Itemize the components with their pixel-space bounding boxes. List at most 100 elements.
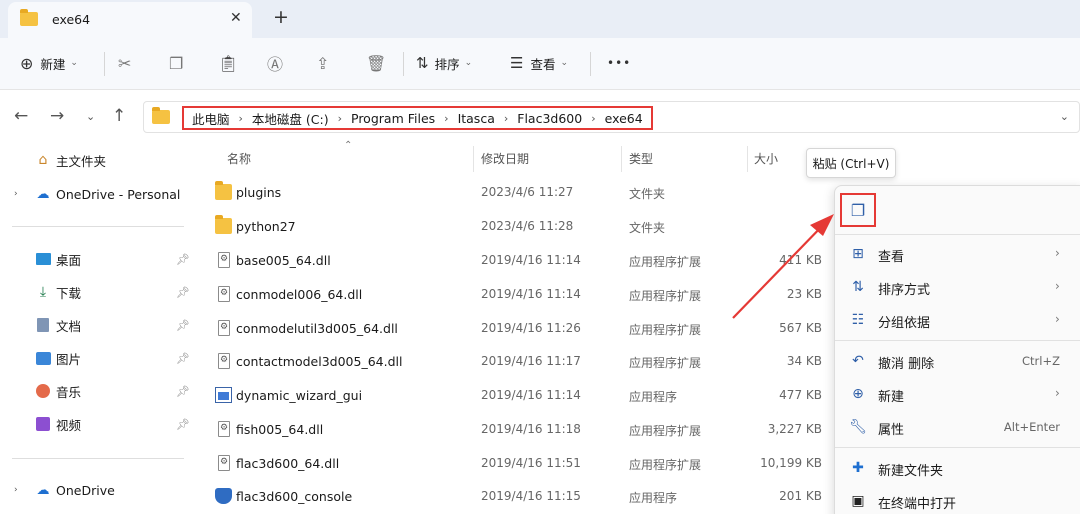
view-label: 查看 bbox=[530, 56, 556, 72]
breadcrumb-item[interactable]: exe64 bbox=[605, 111, 643, 126]
pin-icon[interactable]: 📌︎ bbox=[176, 352, 190, 365]
column-header-date[interactable]: 修改日期 bbox=[481, 150, 529, 167]
column-header-type[interactable]: 类型 bbox=[629, 150, 653, 167]
sidebar-item-home[interactable]: ⌂ 主文件夹 bbox=[0, 146, 205, 174]
address-dropdown-icon[interactable]: ⌄ bbox=[1060, 110, 1069, 123]
column-divider[interactable] bbox=[473, 146, 474, 172]
pin-icon[interactable]: 📌︎ bbox=[176, 418, 190, 431]
file-row[interactable]: flac3d600_64.dll 2019/4/16 11:51 应用程序扩展 … bbox=[205, 446, 835, 479]
menu-item-open-terminal[interactable]: ▣ 在终端中打开 bbox=[835, 485, 1080, 514]
file-row[interactable]: conmodel006_64.dll 2019/4/16 11:14 应用程序扩… bbox=[205, 277, 835, 310]
pin-icon[interactable]: 📌︎ bbox=[176, 286, 190, 299]
breadcrumb-item[interactable]: Flac3d600 bbox=[517, 111, 582, 126]
breadcrumb-item[interactable]: Itasca bbox=[458, 111, 495, 126]
breadcrumb-item[interactable]: 本地磁盘 (C:) bbox=[252, 109, 329, 128]
sidebar-item-onedrive-personal[interactable]: › ☁ OneDrive - Personal bbox=[0, 180, 205, 208]
chevron-down-icon: ⌄ bbox=[464, 58, 473, 68]
menu-item-sort[interactable]: ⇅ 排序方式 › bbox=[835, 271, 1080, 304]
new-button[interactable]: ⊕ 新建 ⌄ bbox=[20, 50, 78, 76]
undo-icon: ↶ bbox=[852, 353, 864, 369]
view-button[interactable]: ☰ 查看 ⌄ bbox=[510, 50, 568, 76]
sort-label: 排序 bbox=[434, 56, 460, 72]
trash-icon: 🗑︎ bbox=[366, 53, 387, 73]
copy-icon: ❐ bbox=[169, 53, 184, 73]
menu-item-group[interactable]: ☷ 分组依据 › bbox=[835, 304, 1080, 337]
rename-button[interactable]: Ⓐ bbox=[267, 50, 283, 76]
column-header-name[interactable]: 名称 bbox=[227, 150, 251, 167]
file-row[interactable]: dynamic_wizard_gui 2019/4/16 11:14 应用程序 … bbox=[205, 378, 835, 411]
column-header-size[interactable]: 大小 bbox=[754, 150, 778, 167]
plus-circle-icon: ⊕ bbox=[20, 53, 34, 73]
toolbar-divider bbox=[590, 52, 591, 76]
menu-item-new[interactable]: ⊕ 新建 › bbox=[835, 378, 1080, 411]
file-row[interactable]: flac3d600_console 2019/4/16 11:15 应用程序 2… bbox=[205, 479, 835, 512]
share-button[interactable]: ⇪ bbox=[316, 50, 329, 76]
menu-item-new-folder[interactable]: ✚ 新建文件夹 bbox=[835, 452, 1080, 485]
forward-arrow-icon[interactable]: → bbox=[50, 106, 64, 126]
chevron-right-icon[interactable]: › bbox=[14, 189, 18, 199]
context-paste-button[interactable]: ❐ bbox=[840, 193, 876, 227]
folder-icon bbox=[215, 181, 232, 200]
file-row[interactable]: python27 2023/4/6 11:28 文件夹 bbox=[205, 209, 835, 242]
sort-button[interactable]: ⇅ 排序 ⌄ bbox=[416, 50, 472, 76]
group-list-icon: ☷ bbox=[851, 312, 865, 328]
menu-item-view[interactable]: ⊞ 查看 › bbox=[835, 238, 1080, 271]
file-row[interactable]: plugins 2023/4/6 11:27 文件夹 bbox=[205, 175, 835, 208]
dll-file-icon bbox=[218, 455, 230, 471]
chevron-down-icon: ⌄ bbox=[70, 58, 78, 68]
chevron-right-icon: › bbox=[444, 111, 449, 125]
tab-exe64[interactable]: exe64 ✕ bbox=[8, 2, 252, 38]
pin-icon[interactable]: 📌︎ bbox=[176, 253, 190, 266]
sidebar-divider bbox=[12, 458, 184, 459]
address-bar[interactable]: 此电脑 › 本地磁盘 (C:) › Program Files › Itasca… bbox=[143, 101, 1080, 133]
chevron-right-icon: › bbox=[1055, 312, 1060, 326]
column-divider[interactable] bbox=[747, 146, 748, 172]
chevron-right-icon[interactable]: › bbox=[14, 485, 18, 495]
dll-file-icon bbox=[218, 353, 230, 369]
sidebar-item-pictures[interactable]: 图片 📌︎ bbox=[0, 344, 205, 372]
recent-locations-icon[interactable]: ⌄ bbox=[86, 110, 95, 123]
column-divider[interactable] bbox=[621, 146, 622, 172]
file-row[interactable]: fish005_64.dll 2019/4/16 11:18 应用程序扩展 3,… bbox=[205, 412, 835, 445]
sidebar-item-onedrive[interactable]: › ☁ OneDrive bbox=[0, 476, 205, 504]
breadcrumb-item[interactable]: Program Files bbox=[351, 111, 435, 126]
delete-button[interactable]: 🗑︎ bbox=[366, 50, 386, 76]
close-tab-icon[interactable]: ✕ bbox=[230, 10, 242, 26]
paste-tooltip: 粘贴 (Ctrl+V) bbox=[806, 148, 896, 178]
chevron-right-icon: › bbox=[1055, 279, 1060, 293]
sidebar-item-downloads[interactable]: ⤓ 下载 📌︎ bbox=[0, 278, 205, 306]
pin-icon[interactable]: 📌︎ bbox=[176, 385, 190, 398]
new-tab-button[interactable]: + bbox=[273, 6, 289, 28]
copy-button[interactable]: ❐ bbox=[169, 50, 183, 76]
more-options-button[interactable]: ••• bbox=[607, 50, 631, 76]
tab-bar: exe64 ✕ + bbox=[0, 0, 1080, 38]
back-arrow-icon[interactable]: ← bbox=[14, 106, 28, 126]
chevron-right-icon: › bbox=[238, 111, 243, 125]
sidebar-item-documents[interactable]: 文档 📌︎ bbox=[0, 311, 205, 339]
paste-button[interactable]: 📋︎ bbox=[218, 50, 238, 76]
console-app-icon bbox=[215, 488, 232, 504]
share-icon: ⇪ bbox=[316, 53, 330, 73]
file-row[interactable]: contactmodel3d005_64.dll 2019/4/16 11:17… bbox=[205, 344, 835, 377]
document-icon bbox=[35, 318, 51, 332]
navigation-row: ← → ⌄ ↑ 此电脑 › 本地磁盘 (C:) › Program Files … bbox=[0, 98, 1080, 136]
home-icon: ⌂ bbox=[38, 152, 48, 168]
menu-item-undo[interactable]: ↶ 撤消 删除 Ctrl+Z bbox=[835, 345, 1080, 378]
sidebar-item-music[interactable]: 音乐 📌︎ bbox=[0, 377, 205, 405]
menu-item-properties[interactable]: 🔧︎ 属性 Alt+Enter bbox=[835, 411, 1080, 444]
terminal-icon: ▣ bbox=[851, 493, 865, 509]
sidebar-item-desktop[interactable]: 桌面 📌︎ bbox=[0, 245, 205, 273]
sort-icon: ⇅ bbox=[416, 54, 429, 72]
pin-icon[interactable]: 📌︎ bbox=[176, 319, 190, 332]
breadcrumb-item[interactable]: 此电脑 bbox=[192, 109, 230, 128]
sidebar-item-videos[interactable]: 视频 📌︎ bbox=[0, 410, 205, 438]
chevron-right-icon: › bbox=[503, 111, 509, 125]
menu-divider bbox=[835, 234, 1080, 235]
cut-button[interactable]: ✂ bbox=[118, 50, 131, 76]
file-row[interactable]: base005_64.dll 2019/4/16 11:14 应用程序扩展 41… bbox=[205, 243, 835, 276]
file-row[interactable]: conmodelutil3d005_64.dll 2019/4/16 11:26… bbox=[205, 311, 835, 344]
sort-icon: ⇅ bbox=[852, 279, 864, 295]
breadcrumb: 此电脑 › 本地磁盘 (C:) › Program Files › Itasca… bbox=[182, 106, 653, 130]
up-arrow-icon[interactable]: ↑ bbox=[112, 106, 126, 126]
chevron-down-icon: ⌄ bbox=[560, 58, 569, 68]
